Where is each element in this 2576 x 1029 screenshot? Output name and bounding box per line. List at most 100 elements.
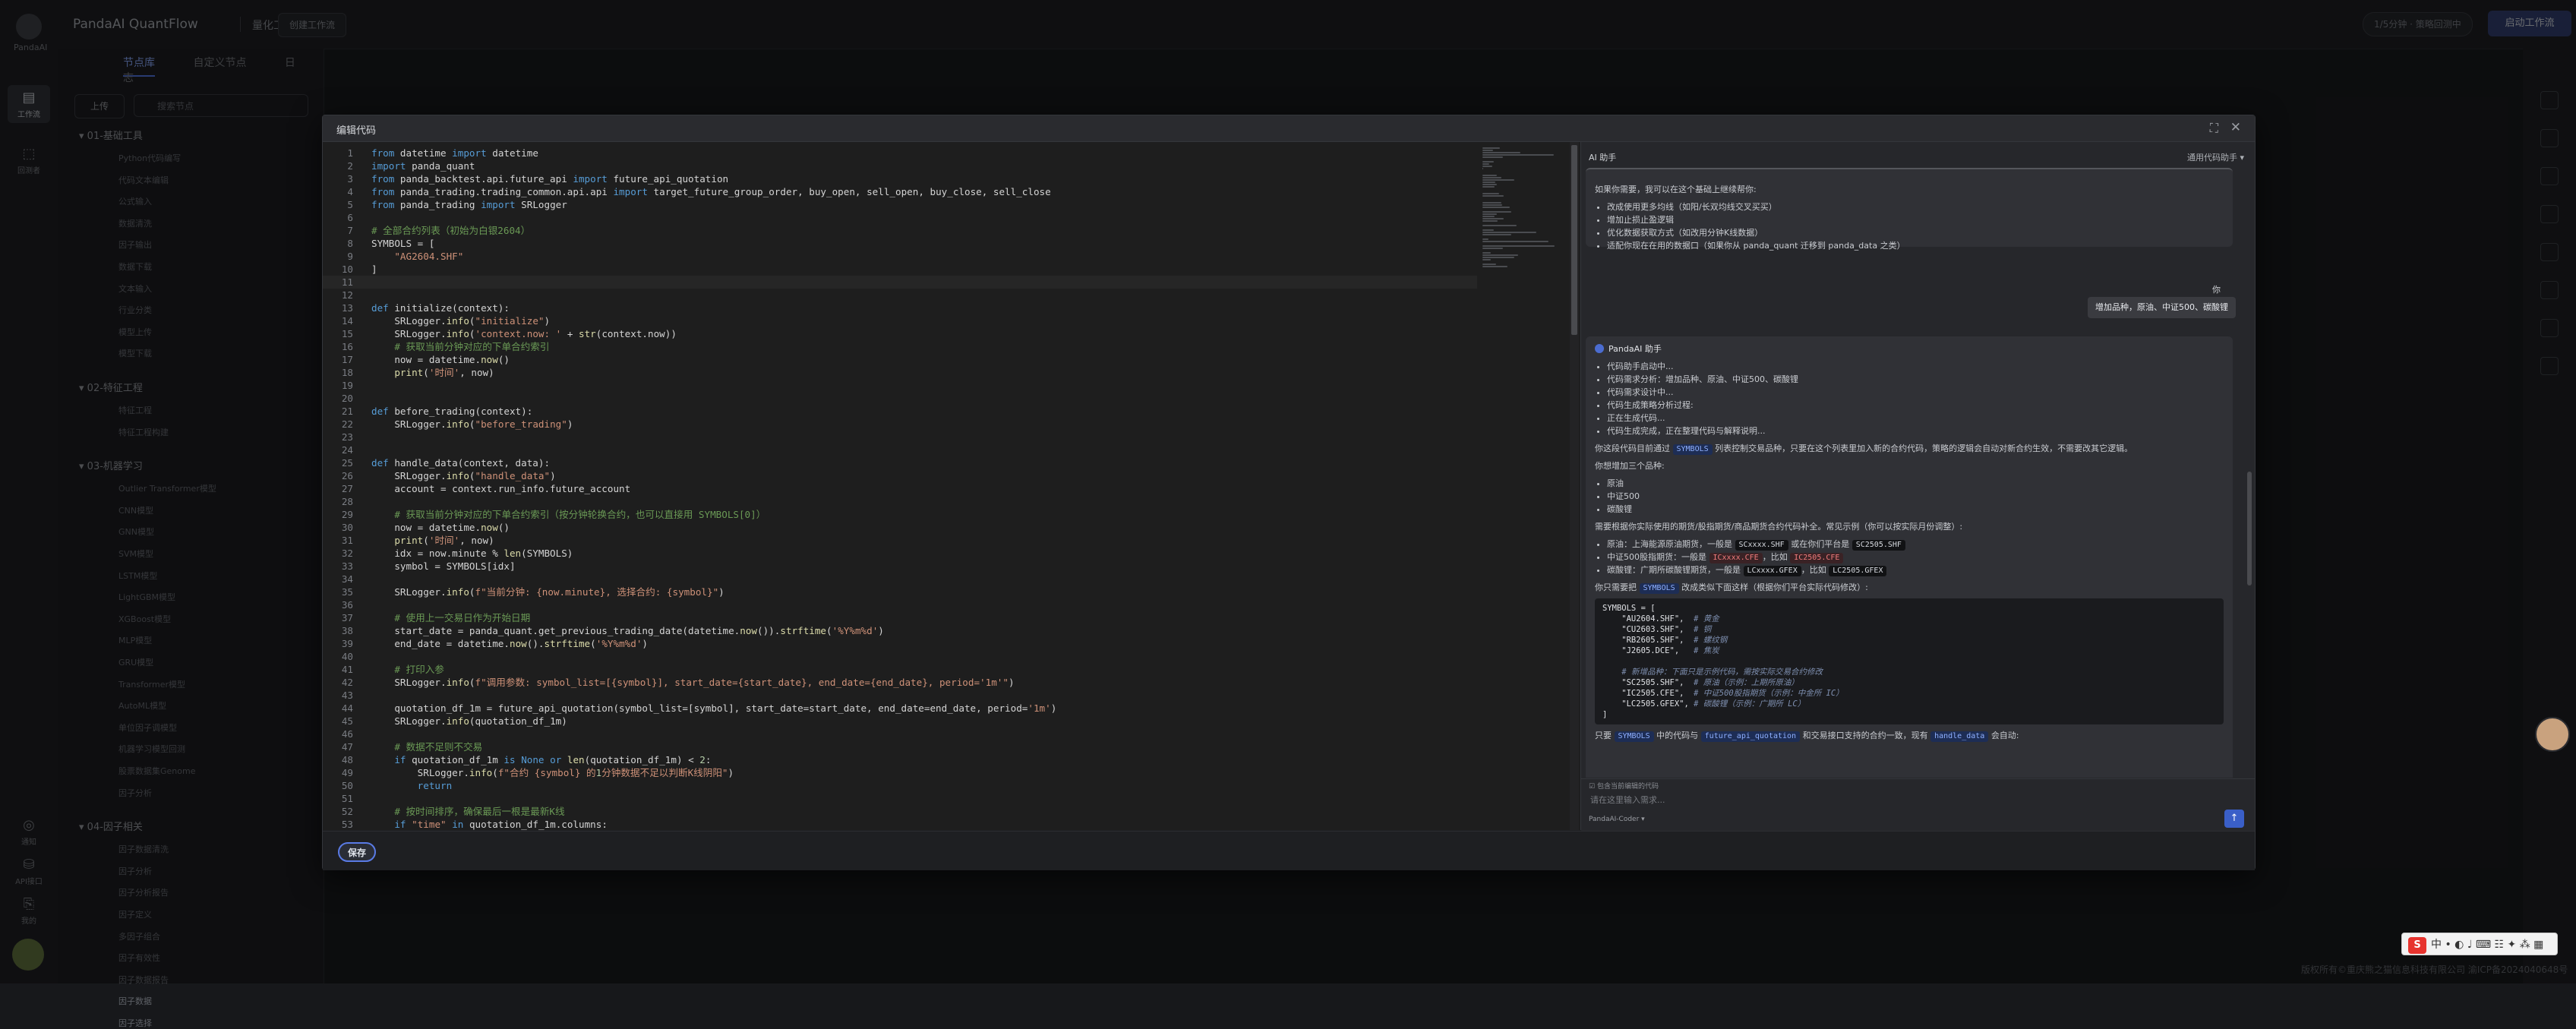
code-line[interactable]: 48 if quotation_df_1m is None or len(quo… [323,753,1477,766]
code-line[interactable]: 30 now = datetime.now() [323,521,1477,534]
code-text[interactable]: SRLogger.info(f"合约 {symbol} 的1分钟数据不足以判断K… [371,767,734,778]
save-button[interactable]: 保存 [338,842,376,862]
code-line[interactable]: 38 start_date = panda_quant.get_previous… [323,624,1477,637]
code-text[interactable]: account = context.run_info.future_accoun… [371,483,630,494]
code-line[interactable]: 9 "AG2604.SHF" [323,250,1477,263]
code-text[interactable]: SRLogger.info("before_trading") [371,418,573,430]
code-line[interactable]: 8 SYMBOLS = [ [323,237,1477,250]
code-text[interactable]: start_date = panda_quant.get_previous_tr… [371,625,884,636]
code-minimap[interactable] [1482,147,1566,352]
code-line[interactable]: 5 from panda_trading import SRLogger [323,198,1477,211]
code-text[interactable]: def handle_data(context, data): [371,457,550,469]
code-text[interactable]: end_date = datetime.now().strftime('%Y%m… [371,638,648,649]
code-text[interactable]: SRLogger.info(f"当前分钟: {now.minute}, 选择合约… [371,586,724,598]
assistant-conversation[interactable]: 如果你需要，我可以在这个基础上继续帮你: 改成使用更多均线（如阳/长双均线交叉买… [1581,168,2255,778]
code-text[interactable]: now = datetime.now() [371,354,510,365]
code-line[interactable]: 40 [323,650,1477,663]
code-line[interactable]: 13 def initialize(context): [323,301,1477,314]
code-line[interactable]: 16 # 获取当前分钟对应的下单合约索引 [323,340,1477,353]
code-text[interactable]: SRLogger.info(quotation_df_1m) [371,715,567,727]
code-text[interactable]: # 获取当前分钟对应的下单合约索引（按分钟轮换合约，也可以直接用 SYMBOLS… [371,509,766,520]
code-text[interactable]: from panda_trading.trading_common.api.ap… [371,186,1051,197]
code-text[interactable]: if quotation_df_1m is None or len(quotat… [371,754,711,765]
code-line[interactable]: 52 # 按时间排序，确保最后一根是最新K线 [323,805,1477,818]
code-line[interactable]: 26 SRLogger.info("handle_data") [323,469,1477,482]
code-line[interactable]: 39 end_date = datetime.now().strftime('%… [323,637,1477,650]
code-line[interactable]: 53 if "time" in quotation_df_1m.columns: [323,818,1477,830]
code-text[interactable]: ] [371,264,377,275]
code-line[interactable]: 24 [323,443,1477,456]
code-line[interactable]: 50 return [323,779,1477,792]
conversation-scrollbar[interactable] [2247,168,2252,778]
code-line[interactable]: 28 [323,495,1477,508]
code-text[interactable]: # 使用上一交易日作为开始日期 [371,612,530,623]
code-line[interactable]: 51 [323,792,1477,805]
assistant-mode-select[interactable]: 通用代码助手 ▾ [2187,151,2244,163]
code-line[interactable]: 22 SRLogger.info("before_trading") [323,418,1477,431]
code-text[interactable]: idx = now.minute % len(SYMBOLS) [371,548,573,559]
code-text[interactable]: return [371,780,453,791]
code-text[interactable]: print('时间', now) [371,367,494,378]
code-line[interactable]: 49 SRLogger.info(f"合约 {symbol} 的1分钟数据不足以… [323,766,1477,779]
code-line[interactable]: 36 [323,598,1477,611]
code-line[interactable]: 41 # 打印入参 [323,663,1477,676]
code-line[interactable]: 25 def handle_data(context, data): [323,456,1477,469]
code-text[interactable]: # 打印入参 [371,664,444,675]
code-text[interactable]: # 数据不足则不交易 [371,741,482,753]
code-line[interactable]: 21 def before_trading(context): [323,405,1477,418]
code-line[interactable]: 47 # 数据不足则不交易 [323,740,1477,753]
code-editor[interactable]: 1 from datetime import datetime 2 import pa… [323,142,1580,830]
code-line[interactable]: 11 [323,276,1477,289]
code-line[interactable]: 6 [323,211,1477,224]
code-line[interactable]: 19 [323,379,1477,392]
close-icon[interactable]: ✕ [2230,120,2241,135]
code-text[interactable]: SRLogger.info("initialize") [371,315,550,327]
code-lines[interactable]: 1 from datetime import datetime 2 import pa… [323,147,1477,830]
editor-scrollbar[interactable] [1570,142,1579,830]
node-item[interactable]: 因子数据 [118,995,152,1007]
assistant-prompt-input[interactable] [1589,790,2184,810]
code-line[interactable]: 29 # 获取当前分钟对应的下单合约索引（按分钟轮换合约，也可以直接用 SYMB… [323,508,1477,521]
code-text[interactable]: now = datetime.now() [371,522,510,533]
node-item[interactable]: 因子选择 [118,1017,152,1029]
code-text[interactable]: from datetime import datetime [371,147,538,159]
code-line[interactable]: 20 [323,392,1477,405]
code-line[interactable]: 33 symbol = SYMBOLS[idx] [323,560,1477,573]
code-text[interactable]: import panda_quant [371,160,475,172]
code-line[interactable]: 23 [323,431,1477,443]
code-text[interactable]: "AG2604.SHF" [371,251,463,262]
code-snippet[interactable]: SYMBOLS = [ "AU2604.SHF", # 黄金 "CU2603.S… [1595,598,2224,724]
code-line[interactable]: 17 now = datetime.now() [323,353,1477,366]
code-line[interactable]: 4 from panda_trading.trading_common.api.a… [323,185,1477,198]
code-line[interactable]: 12 [323,289,1477,301]
code-line[interactable]: 3 from panda_backtest.api.future_api impo… [323,172,1477,185]
code-line[interactable]: 44 quotation_df_1m = future_api_quotatio… [323,702,1477,715]
code-line[interactable]: 10] [323,263,1477,276]
code-line[interactable]: 42 SRLogger.info(f"调用参数: symbol_list=[{s… [323,676,1477,689]
code-text[interactable]: from panda_backtest.api.future_api impor… [371,173,728,185]
conversation-scroll-thumb[interactable] [2247,472,2252,586]
code-text[interactable]: SRLogger.info(f"调用参数: symbol_list=[{symb… [371,677,1014,688]
code-line[interactable]: 32 idx = now.minute % len(SYMBOLS) [323,547,1477,560]
code-text[interactable]: # 获取当前分钟对应的下单合约索引 [371,341,549,352]
code-line[interactable]: 35 SRLogger.info(f"当前分钟: {now.minute}, 选… [323,586,1477,598]
code-text[interactable]: symbol = SYMBOLS[idx] [371,560,515,572]
code-text[interactable]: SYMBOLS = [ [371,238,434,249]
code-text[interactable]: def initialize(context): [371,302,510,314]
model-select[interactable]: PandaAI-Coder ▾ [1589,816,1645,823]
assistant-avatar[interactable] [2535,717,2570,752]
editor-scroll-thumb[interactable] [1571,145,1577,335]
code-line[interactable]: 18 print('时间', now) [323,366,1477,379]
code-text[interactable]: print('时间', now) [371,535,494,546]
code-text[interactable]: # 按时间排序，确保最后一根是最新K线 [371,806,564,817]
code-line[interactable]: 15 SRLogger.info('context.now: ' + str(c… [323,327,1477,340]
code-text[interactable]: # 全部合约列表（初始为白银2604） [371,225,530,236]
code-text[interactable]: SRLogger.info("handle_data") [371,470,555,481]
code-text[interactable]: quotation_df_1m = future_api_quotation(s… [371,702,1056,714]
send-button[interactable]: ↑ [2224,810,2244,828]
code-line[interactable]: 34 [323,573,1477,586]
code-line[interactable]: 1 from datetime import datetime [323,147,1477,159]
code-line[interactable]: 27 account = context.run_info.future_acc… [323,482,1477,495]
code-line[interactable]: 14 SRLogger.info("initialize") [323,314,1477,327]
code-text[interactable]: if "time" in quotation_df_1m.columns: [371,819,608,830]
